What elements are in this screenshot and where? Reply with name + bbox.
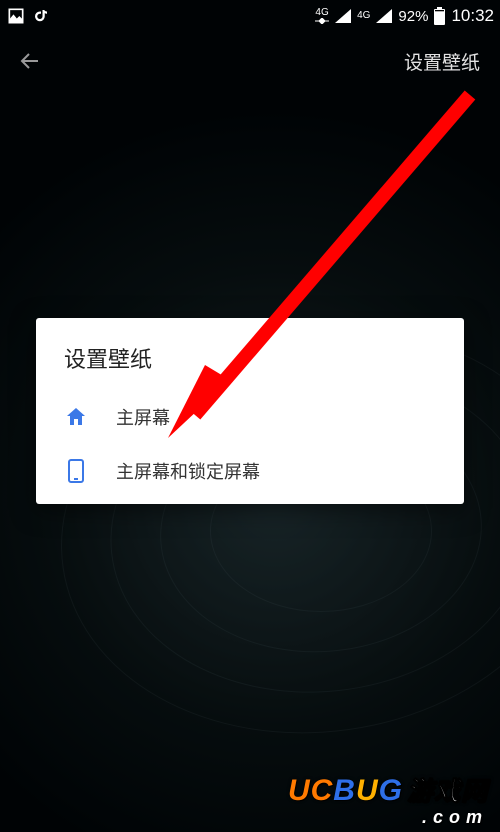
watermark-brand: UCBUG游戏网 [288, 776, 488, 806]
network-4g-indicator: 4G [315, 8, 329, 24]
phone-icon [64, 459, 88, 483]
option-label: 主屏幕 [116, 404, 436, 430]
option-home-screen[interactable]: 主屏幕 [36, 390, 464, 444]
back-button[interactable] [10, 41, 50, 81]
tiktok-app-icon [32, 7, 50, 25]
set-wallpaper-dialog: 设置壁纸 主屏幕 主屏幕和锁定屏幕 [36, 318, 464, 504]
dialog-title: 设置壁纸 [36, 318, 464, 390]
watermark: UCBUG游戏网 .com [288, 776, 488, 826]
network-4g-indicator-2: 4G [357, 11, 370, 21]
option-label: 主屏幕和锁定屏幕 [116, 458, 436, 484]
status-bar: 4G 4G 92% 10:32 [0, 0, 500, 32]
home-icon [64, 405, 88, 429]
watermark-domain: .com [288, 808, 488, 826]
option-home-and-lock-screen[interactable]: 主屏幕和锁定屏幕 [36, 444, 464, 498]
photos-app-icon [6, 6, 26, 26]
app-bar: 设置壁纸 [0, 32, 500, 90]
battery-percent: 92% [398, 8, 428, 25]
signal-icon-2 [376, 9, 392, 23]
clock: 10:32 [451, 6, 494, 26]
set-wallpaper-action[interactable]: 设置壁纸 [404, 48, 480, 75]
signal-icon-1 [335, 9, 351, 23]
battery-icon [434, 7, 445, 25]
